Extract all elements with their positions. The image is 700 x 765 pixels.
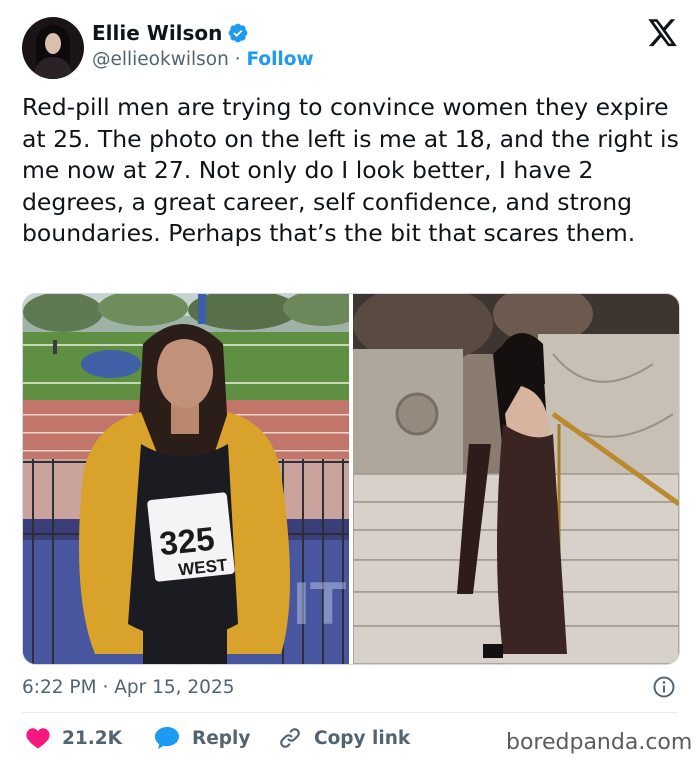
- speech-bubble-icon: [155, 727, 179, 749]
- tweet-text: Red-pill men are trying to convince wome…: [22, 93, 679, 247]
- photo-left[interactable]: IT 325 WEST: [23, 294, 349, 664]
- avatar[interactable]: [22, 17, 84, 79]
- x-logo-icon[interactable]: [648, 19, 678, 47]
- author-name[interactable]: Ellie Wilson: [92, 20, 222, 46]
- photo-right-image: [353, 294, 679, 664]
- watermark: boredpanda.com: [506, 730, 693, 755]
- bib-number: 325: [158, 520, 217, 563]
- heart-icon: [26, 728, 50, 749]
- photo-left-image: IT 325 WEST: [23, 294, 349, 664]
- handle-separator: ·: [234, 49, 241, 70]
- photo-right[interactable]: [353, 294, 679, 664]
- date-separator: ·: [102, 677, 109, 698]
- copy-link-button[interactable]: Copy link: [278, 724, 410, 752]
- like-button[interactable]: 21.2K: [26, 724, 122, 752]
- like-count: 21.2K: [62, 727, 122, 749]
- author-name-row[interactable]: Ellie Wilson: [92, 20, 249, 46]
- info-icon[interactable]: [652, 675, 676, 699]
- media-grid: IT 325 WEST: [22, 293, 680, 665]
- handle-row: @ellieokwilson · Follow: [92, 48, 314, 72]
- tweet-card: Ellie Wilson @ellieokwilson · Follow Red…: [0, 0, 700, 765]
- reply-label: Reply: [192, 727, 251, 749]
- tweet-date: Apr 15, 2025: [114, 677, 235, 698]
- copy-link-label: Copy link: [314, 727, 411, 749]
- timestamp[interactable]: 6:22 PM · Apr 15, 2025: [22, 676, 235, 700]
- follow-button[interactable]: Follow: [246, 49, 313, 70]
- author-handle[interactable]: @ellieokwilson: [92, 49, 229, 70]
- svg-text:IT: IT: [293, 570, 346, 637]
- verified-badge-icon: [229, 23, 248, 43]
- tweet-time: 6:22 PM: [22, 677, 97, 698]
- divider: [22, 712, 678, 713]
- reply-button[interactable]: Reply: [154, 724, 250, 752]
- link-icon: [280, 728, 300, 748]
